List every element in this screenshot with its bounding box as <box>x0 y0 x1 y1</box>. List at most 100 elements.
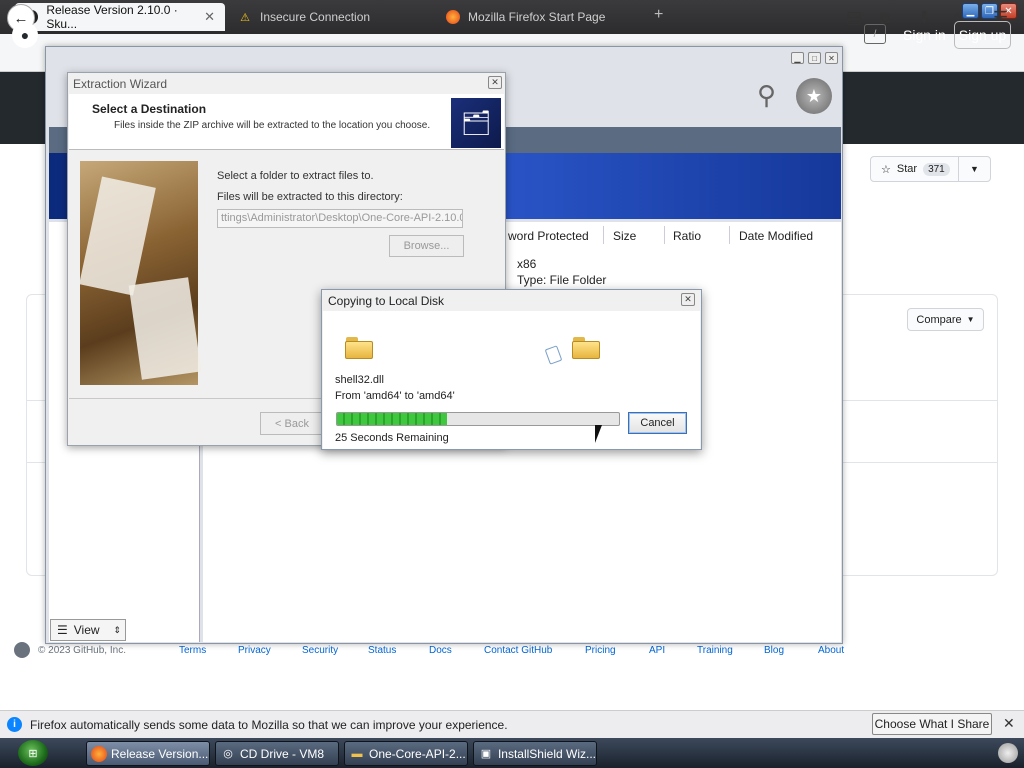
data-notification-bar: i Firefox automatically sends some data … <box>0 710 1024 738</box>
taskbar-item-firefox[interactable]: Release Version... <box>86 741 210 766</box>
view-button[interactable]: ☰ View ⇕ <box>50 619 126 641</box>
copy-progress-bar <box>336 412 620 426</box>
maximize-icon[interactable]: □ <box>808 52 821 64</box>
tab-title: Release Version 2.10.0 · Sku... <box>46 3 178 31</box>
taskbar-item-label: CD Drive - VM8 <box>240 746 325 761</box>
download-icon[interactable]: ⬇ <box>917 8 931 28</box>
footer-copyright: © 2023 GitHub, Inc. <box>38 645 126 656</box>
footer-link-privacy[interactable]: Privacy <box>238 645 271 656</box>
tab-insecure-connection[interactable]: ⚠ Insecure Connection <box>228 3 428 31</box>
star-label: Star <box>896 163 918 175</box>
source-folder-icon <box>345 337 373 359</box>
system-tray-icon[interactable] <box>998 743 1018 763</box>
list-item-type: Type: File Folder <box>517 273 607 287</box>
warning-icon: ⚠ <box>240 11 250 24</box>
chevron-down-icon[interactable]: ▼ <box>958 157 990 181</box>
github-footer-logo-icon <box>14 642 30 661</box>
spinner-icon: ⇕ <box>113 624 121 635</box>
wizard-prompt: Select a folder to extract files to. <box>217 170 374 182</box>
flying-document-icon <box>544 345 563 365</box>
info-icon: i <box>7 717 22 732</box>
taskbar-item-cd-drive[interactable]: ◎ CD Drive - VM8 <box>215 741 339 766</box>
wizard-header: Select a Destination Files inside the ZI… <box>69 94 504 150</box>
column-size[interactable]: Size <box>613 229 636 243</box>
copying-dialog: Copying to Local Disk ✕ shell32.dll From… <box>321 289 702 450</box>
favorites-star-icon[interactable]: ★ <box>796 78 832 114</box>
minimize-icon[interactable]: ▁ <box>791 52 804 64</box>
taskbar-item-folder[interactable]: ▬ One-Core-API-2... <box>344 741 468 766</box>
wizard-heading: Select a Destination <box>92 102 207 116</box>
star-count: 371 <box>923 162 950 176</box>
footer-link-docs[interactable]: Docs <box>429 645 452 656</box>
view-label: View <box>73 623 100 637</box>
taskbar-item-label: InstallShield Wiz... <box>497 746 596 761</box>
taskbar-item-label: Release Version... <box>111 746 209 761</box>
cd-drive-icon: ◎ <box>223 748 233 760</box>
footer-link-api[interactable]: API <box>649 645 665 656</box>
copy-from-text: From 'amd64' to 'amd64' <box>335 390 455 402</box>
destination-folder-icon <box>572 337 600 359</box>
back-button[interactable]: < Back <box>260 412 324 435</box>
footer-link-about[interactable]: About <box>818 645 844 656</box>
firefox-icon <box>91 745 107 762</box>
column-divider <box>729 226 730 244</box>
star-button[interactable]: ☆ Star 371 ▼ <box>870 156 991 182</box>
browse-button[interactable]: Browse... <box>389 235 464 257</box>
tab-firefox-start[interactable]: Mozilla Firefox Start Page <box>436 3 646 31</box>
footer-link-pricing[interactable]: Pricing <box>585 645 616 656</box>
close-icon[interactable]: ✕ <box>1003 715 1015 732</box>
close-icon[interactable]: ✕ <box>681 293 695 306</box>
mouse-cursor-icon <box>595 425 602 443</box>
wizard-side-image <box>79 161 202 385</box>
column-ratio[interactable]: Ratio <box>673 229 701 243</box>
search-icon[interactable]: ⚲ <box>757 80 776 111</box>
column-password-protected[interactable]: word Protected <box>508 229 589 243</box>
progress-fill <box>337 413 447 425</box>
tab-title: Insecure Connection <box>260 10 371 24</box>
compare-label: Compare <box>916 313 962 326</box>
list-view-icon: ☰ <box>57 623 68 637</box>
close-icon[interactable]: ✕ <box>825 52 838 64</box>
taskbar-item-label: One-Core-API-2... <box>369 746 466 761</box>
dialog-title: Extraction Wizard <box>73 77 168 91</box>
column-date-modified[interactable]: Date Modified <box>739 229 813 243</box>
sign-in-link[interactable]: Sign in <box>903 27 946 43</box>
chevron-down-icon: ▼ <box>966 315 975 324</box>
wizard-dir-label: Files will be extracted to this director… <box>217 191 403 203</box>
footer-link-blog[interactable]: Blog <box>764 645 784 656</box>
windows-logo-icon: ⊞ <box>28 747 38 760</box>
tab-title: Mozilla Firefox Start Page <box>468 10 606 24</box>
close-tab-icon[interactable]: ✕ <box>204 9 215 25</box>
wizard-subheading: Files inside the ZIP archive will be ext… <box>114 120 431 131</box>
new-tab-button[interactable]: + <box>654 6 663 24</box>
footer-link-security[interactable]: Security <box>302 645 338 656</box>
copy-file-name: shell32.dll <box>335 374 384 386</box>
star-icon: ☆ <box>881 163 891 176</box>
taskbar-item-installshield[interactable]: ▣ InstallShield Wiz... <box>473 741 597 766</box>
column-divider <box>664 226 665 244</box>
footer-link-status[interactable]: Status <box>368 645 396 656</box>
footer-link-contact[interactable]: Contact GitHub <box>484 645 552 656</box>
window-controls: ▁ ❐ ✕ <box>962 3 1017 19</box>
destination-path-field[interactable]: ttings\Administrator\Desktop\One-Core-AP… <box>217 209 463 228</box>
footer-link-training[interactable]: Training <box>697 645 733 656</box>
minimize-icon[interactable]: ▁ <box>962 3 979 19</box>
reader-icon[interactable]: ▤ <box>846 8 862 28</box>
search-shortcut-hint: / <box>864 24 886 44</box>
tab-release-version[interactable]: ● Release Version 2.10.0 · Sku... ✕ <box>15 3 225 31</box>
footer-link-terms[interactable]: Terms <box>179 645 206 656</box>
dialog-title: Copying to Local Disk <box>328 294 445 308</box>
sign-up-button[interactable]: Sign up <box>954 21 1011 49</box>
column-divider <box>603 226 604 244</box>
folders-logo-icon: 🗂 <box>451 98 501 148</box>
folder-icon: ▬ <box>351 747 363 760</box>
list-item-name[interactable]: x86 <box>517 257 536 271</box>
choose-what-i-share-button[interactable]: Choose What I Share <box>872 713 992 735</box>
compare-button[interactable]: Compare ▼ <box>907 308 984 331</box>
github-logo-icon[interactable]: ● <box>12 22 38 48</box>
start-button[interactable]: ⊞ <box>18 740 48 766</box>
firefox-favicon-icon <box>446 10 460 24</box>
time-remaining: 25 Seconds Remaining <box>335 432 449 444</box>
cancel-button[interactable]: Cancel <box>628 412 687 434</box>
close-icon[interactable]: ✕ <box>488 76 502 89</box>
